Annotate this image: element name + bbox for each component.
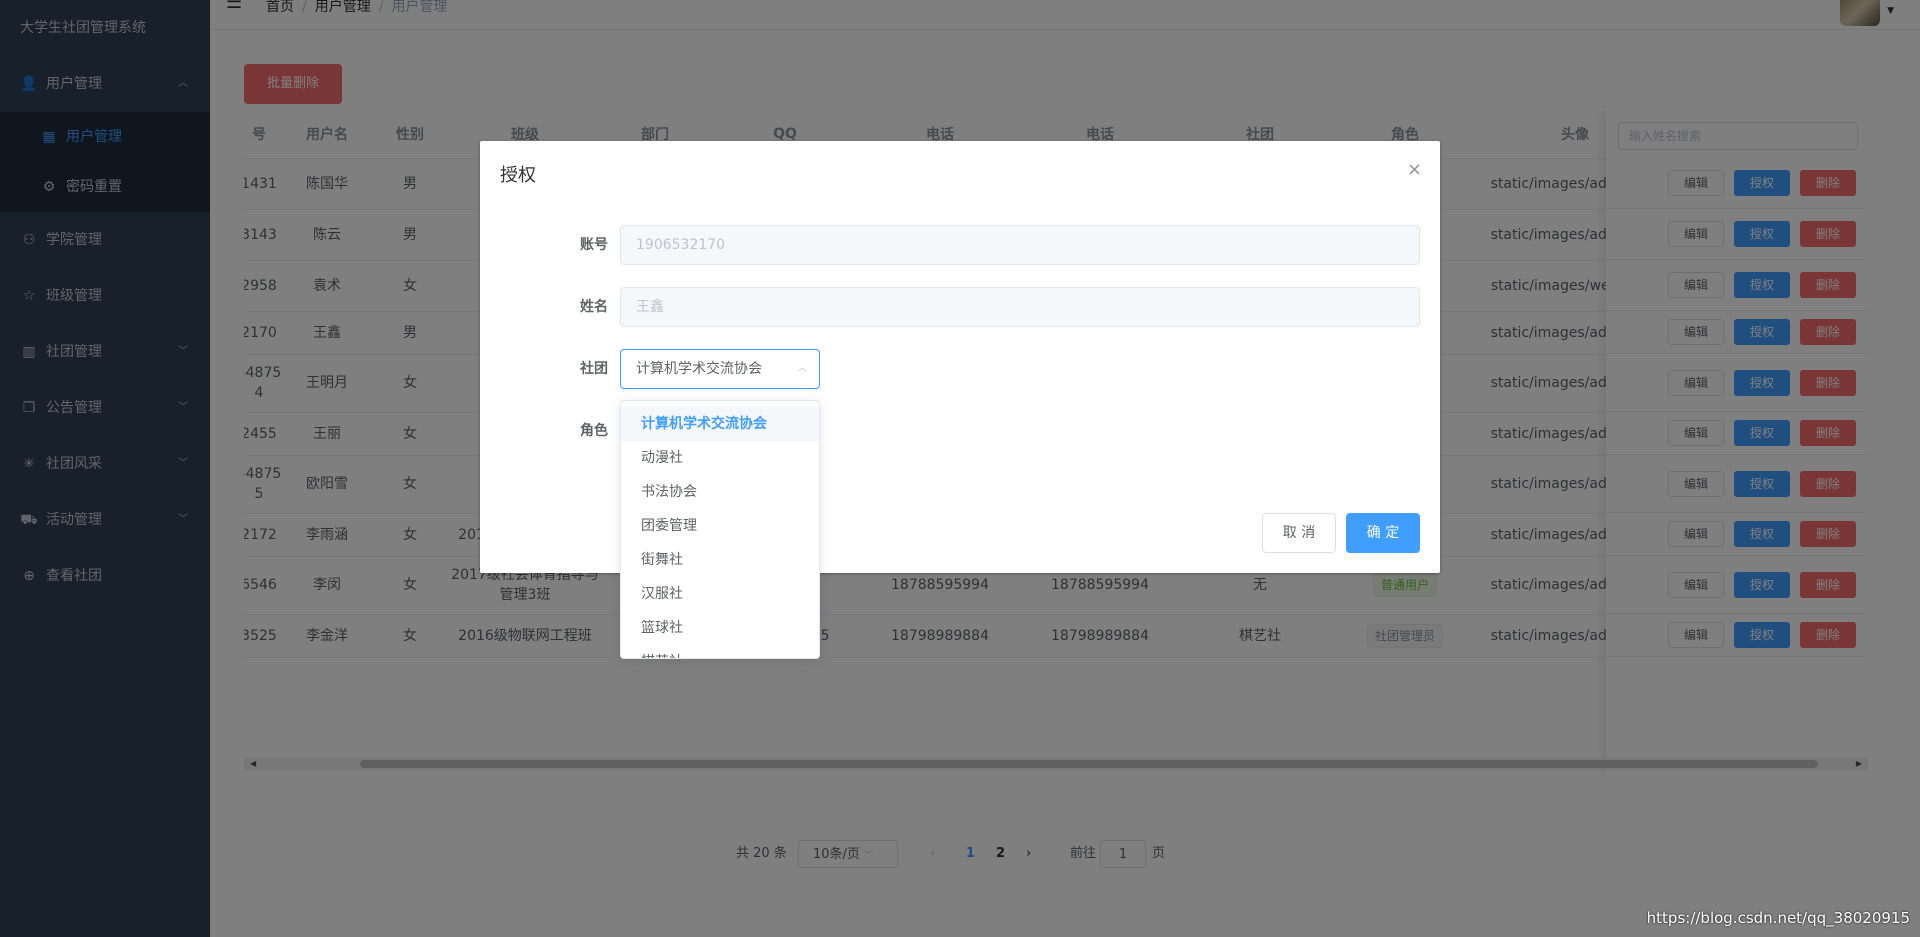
close-icon[interactable]: ×	[1407, 159, 1422, 180]
role-label: 角色	[580, 423, 608, 439]
name-input[interactable]: 王鑫	[620, 287, 1420, 327]
account-label: 账号	[580, 237, 608, 253]
dropdown-option[interactable]: 计算机学术交流协会	[621, 407, 819, 441]
dialog-title: 授权	[500, 165, 536, 186]
dropdown-option[interactable]: 篮球社	[621, 611, 819, 645]
dropdown-option[interactable]: 棋艺社	[621, 645, 819, 658]
confirm-button[interactable]: 确 定	[1346, 513, 1420, 553]
dropdown-option[interactable]: 书法协会	[621, 475, 819, 509]
club-dropdown: 计算机学术交流协会动漫社书法协会团委管理街舞社汉服社篮球社棋艺社	[620, 400, 820, 659]
name-label: 姓名	[580, 299, 608, 315]
club-select-value: 计算机学术交流协会	[636, 361, 762, 377]
club-select[interactable]: 计算机学术交流协会 ︿	[620, 349, 820, 389]
club-label: 社团	[580, 361, 608, 377]
cancel-button[interactable]: 取 消	[1262, 513, 1336, 553]
dropdown-option[interactable]: 团委管理	[621, 509, 819, 543]
dropdown-option[interactable]: 汉服社	[621, 577, 819, 611]
watermark: https://blog.csdn.net/qq_38020915	[1646, 909, 1910, 927]
account-input[interactable]: 1906532170	[620, 225, 1420, 265]
chevron-up-icon: ︿	[797, 363, 807, 374]
dropdown-option[interactable]: 动漫社	[621, 441, 819, 475]
dropdown-option[interactable]: 街舞社	[621, 543, 819, 577]
